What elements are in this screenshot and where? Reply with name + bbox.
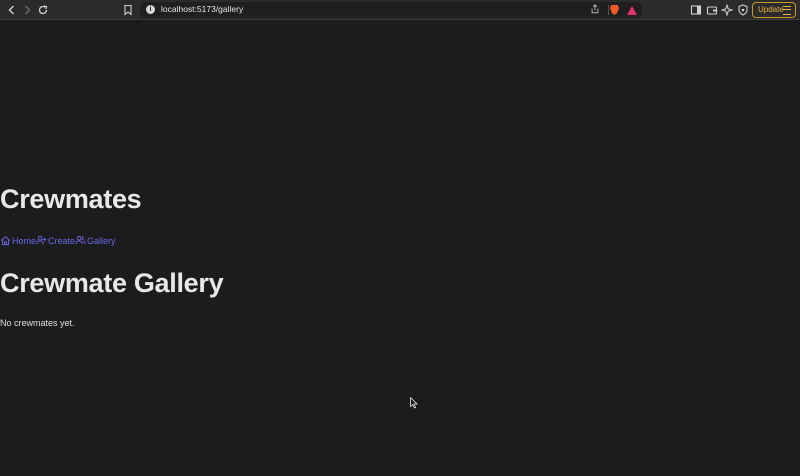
forward-icon[interactable] [20,3,34,17]
leo-ai-icon[interactable] [720,3,734,17]
site-info-icon[interactable]: i [146,5,155,14]
nav-link-gallery[interactable]: Gallery [75,235,116,246]
home-icon [1,236,10,246]
url-text[interactable]: localhost:5173/gallery [161,4,243,14]
vpn-shield-icon[interactable] [736,3,750,17]
page-content: Crewmates Home Create Gallery Crewmate G… [0,21,800,476]
nav-link-home[interactable]: Home [0,235,36,246]
sidebar-toggle-icon[interactable] [689,3,703,17]
update-label: Update [758,5,784,14]
bookmark-icon[interactable] [121,3,135,17]
nav-label-home: Home [12,236,37,246]
address-bar[interactable]: i localhost:5173/gallery [140,2,642,18]
mouse-cursor-icon [410,397,418,409]
nav-label-create: Create [48,236,76,246]
browser-toolbar: i localhost:5173/gallery Update [0,0,800,20]
users-icon [75,235,86,245]
brave-rewards-icon[interactable] [627,6,637,15]
share-icon[interactable] [590,4,600,16]
nav-label-gallery: Gallery [87,236,116,246]
update-button[interactable]: Update [752,2,796,18]
divider [608,5,609,15]
app-title: Crewmates [0,184,142,214]
reload-icon[interactable] [36,3,50,17]
nav-link-create[interactable]: Create [36,235,75,246]
back-icon[interactable] [5,3,19,17]
wallet-icon[interactable] [705,3,719,17]
brave-shields-icon[interactable] [610,5,619,15]
empty-state-message: No crewmates yet. [0,318,75,328]
hamburger-menu-icon [783,6,791,15]
user-plus-icon [36,235,47,245]
gallery-title: Crewmate Gallery [0,268,224,298]
main-nav: Home Create Gallery [0,235,116,246]
